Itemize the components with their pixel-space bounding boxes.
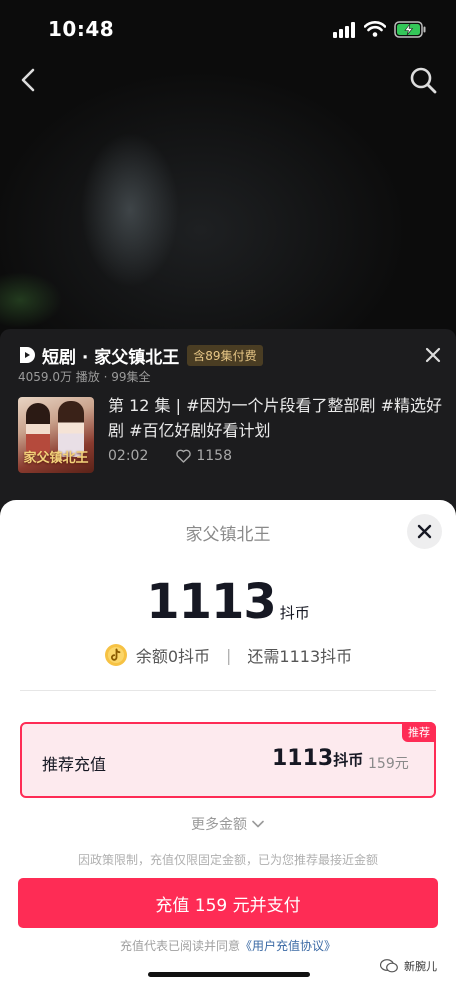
policy-note: 因政策限制，充值仅限固定金额，已为您推荐最接近金额 — [77, 853, 378, 867]
amount-unit: 抖币 — [279, 604, 310, 622]
episode-meta: 02:02 1158 — [108, 448, 232, 464]
watermark-text: 新腕儿 — [404, 960, 437, 973]
short-drama-logo-icon — [20, 347, 35, 363]
option-coins: 1113抖币 — [272, 746, 363, 771]
more-amounts-toggle[interactable]: 更多金额 — [0, 814, 456, 834]
thumbnail-title: 家父镇北王 — [23, 451, 89, 466]
agreement-prefix: 充值代表已阅读并同意 — [119, 939, 240, 953]
option-label: 推荐充值 — [42, 755, 107, 774]
chevron-down-icon — [252, 820, 264, 828]
recommended-badge: 推荐 — [402, 722, 436, 742]
status-time: 10:48 — [48, 17, 115, 41]
episode-description[interactable]: 第 12 集 | #因为一个片段看了整部剧 #精选好剧 #百亿好剧好看计划 — [108, 393, 448, 443]
recommended-recharge-option[interactable]: 推荐 推荐充值 1113抖币 159元 — [20, 722, 436, 798]
required-amount: 1113 抖币 — [0, 574, 456, 630]
wifi-icon — [364, 21, 386, 37]
divider — [20, 690, 436, 691]
drama-card-header: 短剧 · 家父镇北王 含89集付费 — [18, 343, 263, 368]
search-icon[interactable] — [409, 66, 437, 94]
douyin-coin-icon — [104, 644, 127, 666]
drama-stats: 4059.0万 播放 · 99集全 — [18, 370, 151, 384]
status-bar: 10:48 — [0, 0, 456, 60]
close-icon — [417, 524, 432, 539]
option-price: 159元 — [368, 756, 409, 772]
sheet-close-button[interactable] — [407, 514, 442, 549]
card-close-icon[interactable] — [424, 346, 442, 364]
home-indicator[interactable] — [148, 972, 310, 977]
drama-card[interactable]: 短剧 · 家父镇北王 含89集付费 4059.0万 播放 · 99集全 家父镇北… — [0, 329, 456, 509]
episode-duration: 02:02 — [108, 448, 149, 464]
recharge-agreement-link[interactable]: 《用户充值协议》 — [240, 939, 336, 953]
drama-title[interactable]: 短剧 · 家父镇北王 — [42, 343, 179, 368]
back-arrow-icon[interactable] — [16, 66, 42, 94]
balance-text: 余额0抖币 — [135, 647, 211, 666]
sheet-title: 家父镇北王 — [185, 525, 271, 545]
balance-row: 余额0抖币 | 还需1113抖币 — [0, 643, 456, 667]
option-coins-unit: 抖币 — [333, 751, 364, 769]
battery-charging-icon — [394, 21, 426, 38]
more-amounts-label: 更多金额 — [191, 817, 247, 833]
like-count: 1158 — [196, 448, 232, 464]
recharge-pay-button[interactable]: 充值 159 元并支付 — [18, 878, 438, 928]
heart-icon — [176, 449, 192, 463]
balance-separator: | — [226, 645, 232, 665]
drama-thumbnail[interactable]: 家父镇北王 — [18, 397, 94, 473]
paid-episodes-badge: 含89集付费 — [187, 344, 263, 366]
cellular-signal-icon — [333, 22, 355, 38]
amount-value: 1113 — [146, 574, 277, 630]
option-coins-value: 1113 — [272, 746, 334, 771]
watermark: 新腕儿 — [380, 958, 437, 974]
needed-text: 还需1113抖币 — [247, 647, 353, 666]
agreement-text: 充值代表已阅读并同意《用户充值协议》 — [0, 937, 456, 954]
recharge-sheet: 家父镇北王 1113 抖币 余额0抖币 | 还需1113抖币 推荐 推荐充值 11… — [0, 500, 456, 987]
wechat-icon — [380, 959, 398, 973]
